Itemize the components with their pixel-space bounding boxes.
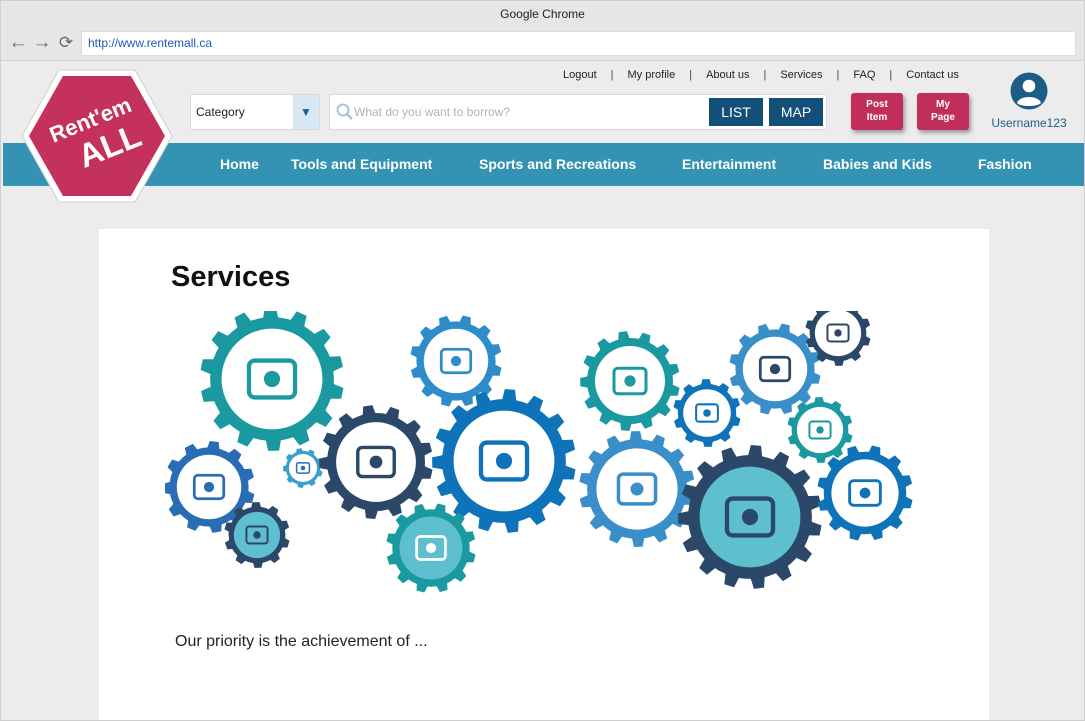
search-icon xyxy=(336,103,353,120)
search-input[interactable]: What do you want to borrow? xyxy=(354,95,510,129)
gear-money-icon xyxy=(579,431,695,547)
reload-icon[interactable]: ⟳ xyxy=(56,32,76,54)
search-box: What do you want to borrow? LIST MAP xyxy=(329,94,827,130)
logout-link[interactable]: Logout xyxy=(563,69,597,81)
separator: | xyxy=(763,69,767,81)
gear-pie-chart-icon xyxy=(673,379,741,447)
contact-us-link[interactable]: Contact us xyxy=(906,69,959,81)
browser-window: Google Chrome ← → ⟳ http://www.rentemall… xyxy=(0,0,1085,721)
page-title: Services xyxy=(171,261,291,293)
user-avatar-icon xyxy=(1010,72,1048,110)
nav-entertainment[interactable]: Entertainment xyxy=(682,143,776,185)
address-bar: ← → ⟳ http://www.rentemall.ca xyxy=(1,28,1084,61)
my-page-label-1: My xyxy=(936,99,950,110)
post-item-button[interactable]: Post Item xyxy=(851,93,903,130)
top-links: Logout | My profile | About us | Services | FAQ |… xyxy=(563,69,959,81)
gear-puzzle-icon xyxy=(787,397,853,463)
gear-clipboard-icon xyxy=(319,405,433,519)
post-item-label-1: Post xyxy=(866,99,888,110)
forward-arrow-icon[interactable]: → xyxy=(32,32,52,54)
about-us-link[interactable]: About us xyxy=(706,69,749,81)
services-gears-illustration xyxy=(165,311,913,593)
separator: | xyxy=(836,69,840,81)
post-item-label-2: Item xyxy=(866,112,888,123)
map-button[interactable]: MAP xyxy=(769,98,823,126)
nav-tools-and-equipment[interactable]: Tools and Equipment xyxy=(291,143,432,185)
username: Username123 xyxy=(991,116,1067,130)
services-link[interactable]: Services xyxy=(780,69,822,81)
site-page: Logout | My profile | About us | Services | FAQ |… xyxy=(3,62,1084,720)
nav-babies-and-kids[interactable]: Babies and Kids xyxy=(823,143,932,185)
separator: | xyxy=(889,69,893,81)
gear-trophy-icon xyxy=(729,323,821,415)
chevron-down-icon[interactable]: ▼ xyxy=(293,95,319,129)
gear-calendar-icon xyxy=(580,331,680,431)
faq-link[interactable]: FAQ xyxy=(853,69,875,81)
category-label: Category xyxy=(196,105,245,119)
my-page-label-2: Page xyxy=(931,112,955,123)
services-panel: Services Our priority is the achievement… xyxy=(99,229,989,720)
gear-pencil-icon xyxy=(386,503,476,593)
gear-handshake-icon xyxy=(678,445,822,589)
list-button[interactable]: LIST xyxy=(709,98,763,126)
gear-megaphone-icon xyxy=(817,445,913,541)
separator: | xyxy=(689,69,693,81)
back-arrow-icon[interactable]: ← xyxy=(8,32,28,54)
my-profile-link[interactable]: My profile xyxy=(628,69,676,81)
window-title: Google Chrome xyxy=(1,1,1084,28)
gear-magnifier-icon xyxy=(283,448,323,488)
nav-fashion[interactable]: Fashion xyxy=(978,143,1032,185)
nav-sports-and-recreations[interactable]: Sports and Recreations xyxy=(479,143,636,185)
nav-home[interactable]: Home xyxy=(220,143,259,185)
rentem-all-logo[interactable]: Rent'em ALL xyxy=(21,68,173,204)
category-select[interactable]: Category ▼ xyxy=(190,94,320,130)
gear-bar-chart-icon xyxy=(410,315,502,407)
separator: | xyxy=(610,69,614,81)
gear-lightbulb-icon xyxy=(200,311,344,451)
services-paragraph: Our priority is the achievement of ... xyxy=(175,633,428,650)
url-field[interactable]: http://www.rentemall.ca xyxy=(81,31,1076,56)
my-page-button[interactable]: My Page xyxy=(917,93,969,130)
user-account[interactable]: Username123 xyxy=(989,72,1069,130)
gear-target-icon xyxy=(432,389,576,533)
